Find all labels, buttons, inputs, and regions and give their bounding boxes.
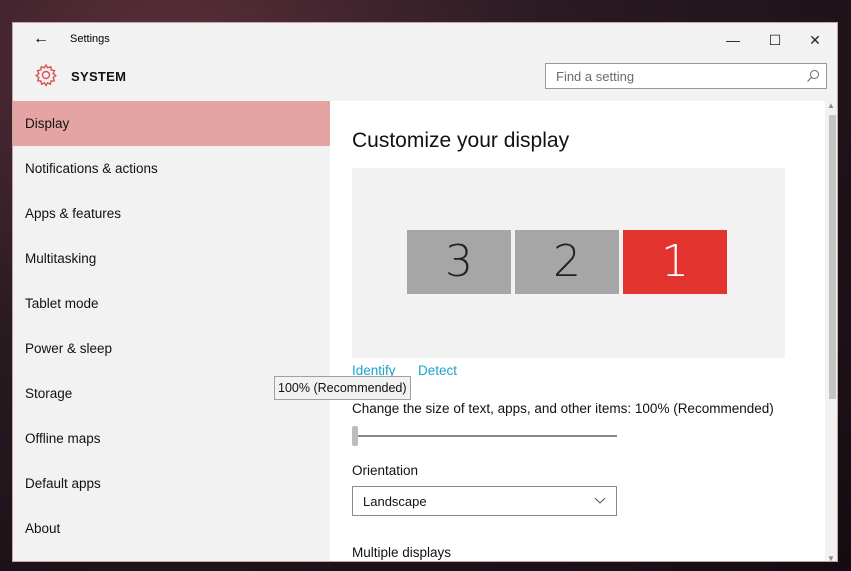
settings-window: ← Settings — ☐ ✕ SYSTEM Display Notifica… [12, 22, 838, 562]
detect-link[interactable]: Detect [418, 363, 457, 378]
sidebar-item-default-apps[interactable]: Default apps [13, 461, 330, 506]
sidebar-item-notifications[interactable]: Notifications & actions [13, 146, 330, 191]
monitor-3[interactable]: 3 [407, 230, 511, 294]
search-input[interactable] [546, 64, 816, 88]
sidebar-item-apps-features[interactable]: Apps & features [13, 191, 330, 236]
vertical-scrollbar[interactable]: ▲ ▼ [825, 101, 837, 561]
monitor-2[interactable]: 2 [515, 230, 619, 294]
page-title: Customize your display [352, 129, 570, 152]
search-icon[interactable] [806, 69, 820, 83]
chevron-down-icon [594, 497, 606, 504]
minimize-button[interactable]: — [713, 27, 753, 53]
monitor-1[interactable]: 1 [623, 230, 727, 294]
page-header: SYSTEM [13, 57, 837, 99]
scale-tooltip: 100% (Recommended) [274, 376, 411, 400]
sidebar: Display Notifications & actions Apps & f… [13, 101, 330, 561]
orientation-value: Landscape [363, 494, 427, 509]
scale-slider-thumb[interactable] [352, 426, 358, 446]
sidebar-item-power-sleep[interactable]: Power & sleep [13, 326, 330, 371]
close-button[interactable]: ✕ [795, 27, 835, 53]
search-box[interactable] [545, 63, 827, 89]
sidebar-item-multitasking[interactable]: Multitasking [13, 236, 330, 281]
scale-label: Change the size of text, apps, and other… [352, 401, 774, 416]
orientation-label: Orientation [352, 463, 419, 478]
scale-slider-track[interactable] [352, 435, 617, 437]
multiple-displays-label: Multiple displays [352, 545, 452, 560]
sidebar-item-offline-maps[interactable]: Offline maps [13, 416, 330, 461]
maximize-button[interactable]: ☐ [755, 27, 795, 53]
back-arrow-icon[interactable]: ← [33, 30, 49, 48]
gear-icon [35, 63, 57, 87]
scroll-up-icon[interactable]: ▲ [827, 101, 835, 110]
sidebar-item-tablet-mode[interactable]: Tablet mode [13, 281, 330, 326]
scroll-down-icon[interactable]: ▼ [827, 554, 835, 561]
main-content: Customize your display 3 2 1 Identify De… [330, 101, 837, 561]
window-title: Settings [70, 33, 110, 45]
scroll-thumb[interactable] [829, 115, 836, 399]
title-bar: ← Settings — ☐ ✕ [13, 23, 837, 57]
sidebar-item-about[interactable]: About [13, 506, 330, 551]
orientation-dropdown[interactable]: Landscape [352, 486, 617, 516]
monitor-arrangement-panel: 3 2 1 [352, 168, 785, 358]
sidebar-item-display[interactable]: Display [13, 101, 330, 146]
section-title: SYSTEM [71, 69, 127, 84]
